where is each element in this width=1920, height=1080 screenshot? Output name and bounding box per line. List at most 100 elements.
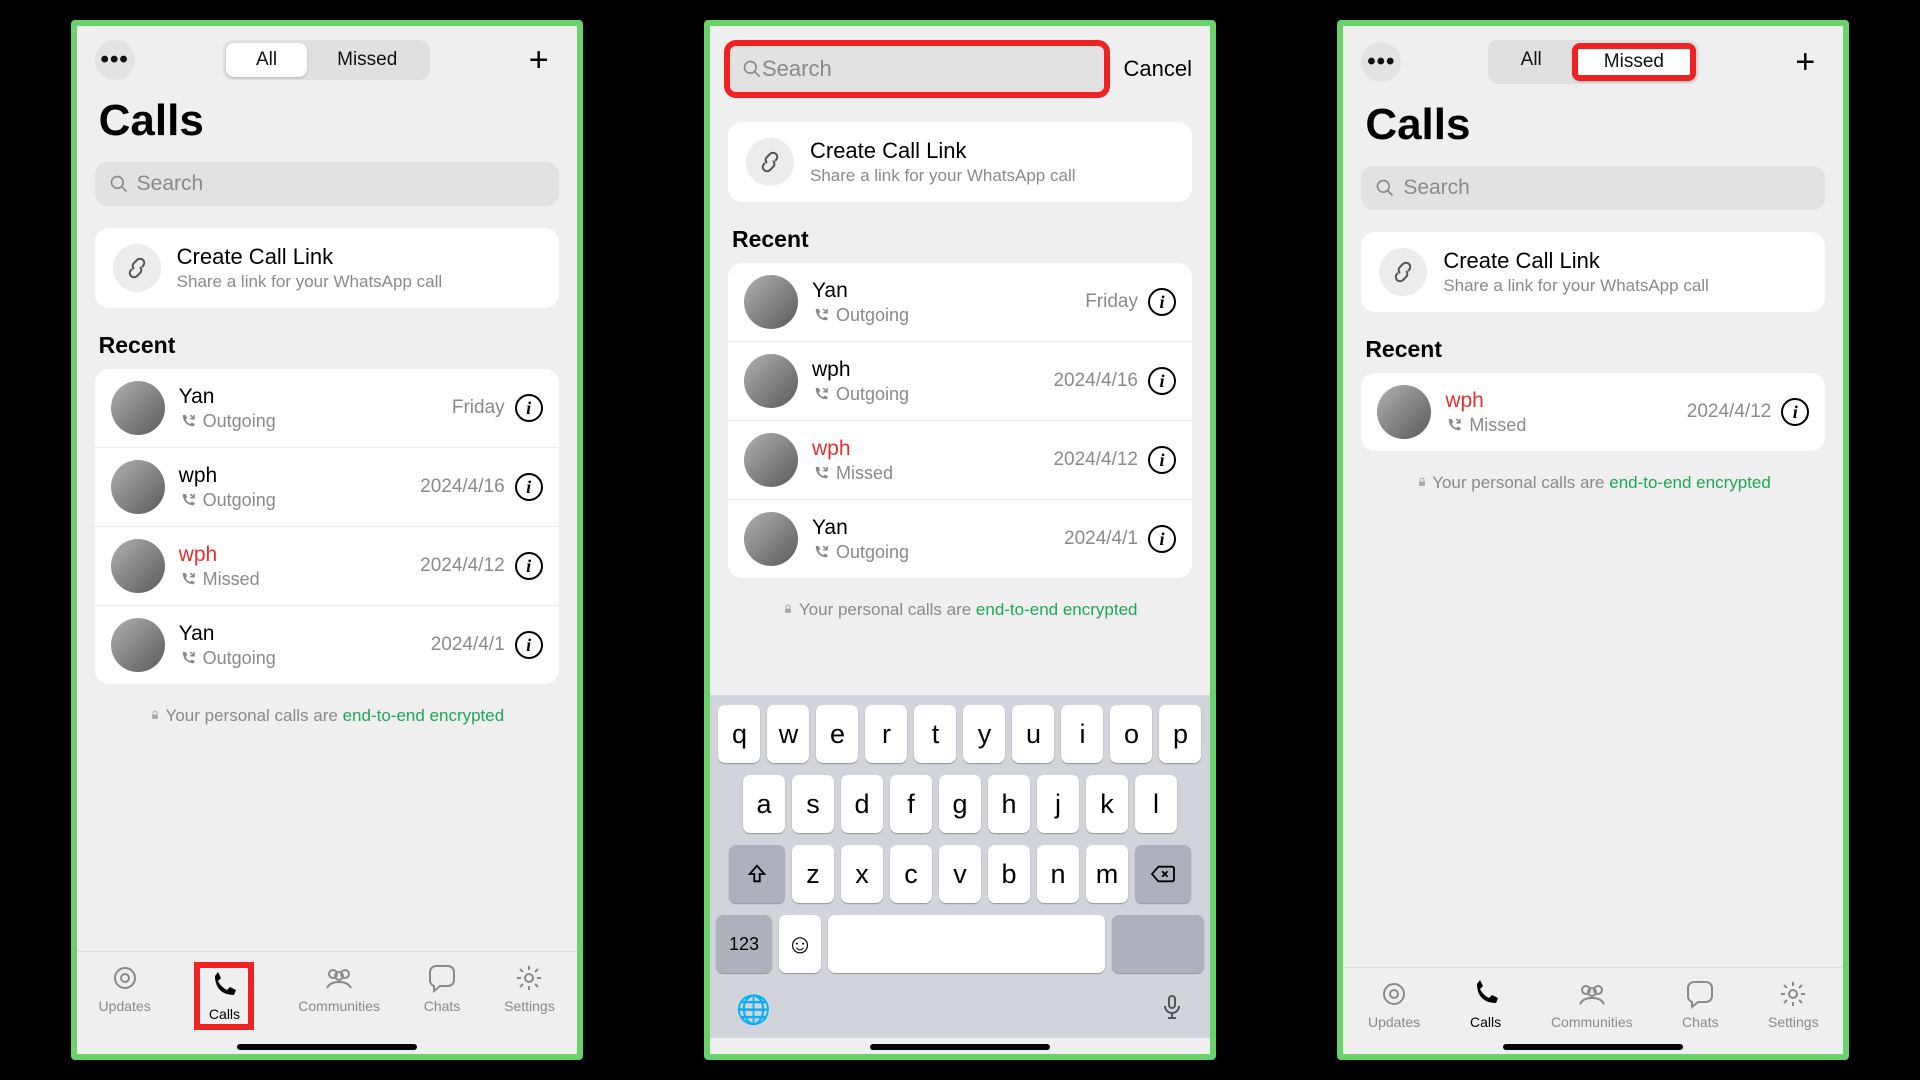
create-link-sub: Share a link for your WhatsApp call xyxy=(177,272,443,292)
cancel-button[interactable]: Cancel xyxy=(1120,52,1196,86)
call-date: Friday xyxy=(452,397,505,419)
info-icon[interactable]: i xyxy=(1148,367,1176,395)
call-row[interactable]: Yan Outgoing Friday i xyxy=(95,369,559,448)
key-g[interactable]: g xyxy=(939,775,981,833)
key-z[interactable]: z xyxy=(792,845,834,903)
search-input[interactable]: Search xyxy=(1361,166,1825,210)
encryption-note: Your personal calls are end-to-end encry… xyxy=(710,588,1210,632)
key-l[interactable]: l xyxy=(1135,775,1177,833)
key-q[interactable]: q xyxy=(718,705,760,763)
key-v[interactable]: v xyxy=(939,845,981,903)
call-row[interactable]: wph Missed 2024/4/12 i xyxy=(95,527,559,606)
globe-key[interactable]: 🌐 xyxy=(736,993,771,1028)
search-placeholder: Search xyxy=(1403,176,1470,200)
info-icon[interactable]: i xyxy=(1148,525,1176,553)
updates-icon xyxy=(109,962,141,994)
call-row[interactable]: wph Missed 2024/4/12 i xyxy=(1361,373,1825,451)
search-field[interactable] xyxy=(724,40,1110,98)
search-text-input[interactable] xyxy=(762,56,1092,82)
info-icon[interactable]: i xyxy=(515,394,543,422)
encryption-link[interactable]: end-to-end encrypted xyxy=(1609,473,1771,492)
phone-icon xyxy=(1470,978,1502,1010)
key-x[interactable]: x xyxy=(841,845,883,903)
create-call-link-card[interactable]: Create Call Link Share a link for your W… xyxy=(728,122,1192,202)
tab-updates[interactable]: Updates xyxy=(1368,978,1420,1030)
info-icon[interactable]: i xyxy=(1781,398,1809,426)
tab-chats[interactable]: Chats xyxy=(424,962,461,1030)
call-status: Missed xyxy=(812,463,1053,484)
more-button[interactable]: ••• xyxy=(1361,42,1401,82)
avatar xyxy=(744,512,798,566)
key-y[interactable]: y xyxy=(963,705,1005,763)
tab-calls[interactable]: Calls xyxy=(194,962,254,1030)
call-row[interactable]: Yan Outgoing 2024/4/1 i xyxy=(728,500,1192,578)
tab-settings[interactable]: Settings xyxy=(1768,978,1819,1030)
key-b[interactable]: b xyxy=(988,845,1030,903)
on-screen-keyboard: qwertyuiop asdfghjkl zxcvbnm 123 ☺ 🌐 xyxy=(710,695,1210,1038)
tab-chats[interactable]: Chats xyxy=(1682,978,1719,1030)
create-call-link-card[interactable]: Create Call Link Share a link for your W… xyxy=(95,228,559,308)
tab-missed[interactable]: Missed xyxy=(307,43,427,77)
tab-all[interactable]: All xyxy=(226,43,307,77)
info-icon[interactable]: i xyxy=(515,552,543,580)
key-d[interactable]: d xyxy=(841,775,883,833)
encryption-link[interactable]: end-to-end encrypted xyxy=(343,706,505,725)
new-call-button[interactable]: + xyxy=(1785,42,1825,82)
tab-communities[interactable]: Communities xyxy=(298,962,380,1030)
updates-icon xyxy=(1378,978,1410,1010)
tab-all[interactable]: All xyxy=(1491,43,1572,81)
call-status: Outgoing xyxy=(812,384,1053,405)
call-status: Outgoing xyxy=(812,542,1064,563)
call-row[interactable]: wph Outgoing 2024/4/16 i xyxy=(95,448,559,527)
call-row[interactable]: wph Missed 2024/4/12 i xyxy=(728,421,1192,500)
call-row[interactable]: Yan Outgoing Friday i xyxy=(728,263,1192,342)
key-o[interactable]: o xyxy=(1110,705,1152,763)
mic-key[interactable] xyxy=(1160,993,1184,1028)
tab-updates[interactable]: Updates xyxy=(99,962,151,1030)
numbers-key[interactable]: 123 xyxy=(716,915,772,973)
emoji-key[interactable]: ☺ xyxy=(779,915,821,973)
encryption-link[interactable]: end-to-end encrypted xyxy=(976,600,1138,619)
call-row[interactable]: Yan Outgoing 2024/4/1 i xyxy=(95,606,559,684)
info-icon[interactable]: i xyxy=(1148,288,1176,316)
key-a[interactable]: a xyxy=(743,775,785,833)
key-s[interactable]: s xyxy=(792,775,834,833)
key-c[interactable]: c xyxy=(890,845,932,903)
search-input[interactable]: Search xyxy=(95,162,559,206)
info-icon[interactable]: i xyxy=(515,473,543,501)
space-key[interactable] xyxy=(828,915,1105,973)
link-icon xyxy=(1379,248,1427,296)
return-key[interactable] xyxy=(1112,915,1204,973)
info-icon[interactable]: i xyxy=(1148,446,1176,474)
call-date: 2024/4/16 xyxy=(1053,370,1138,392)
info-icon[interactable]: i xyxy=(515,631,543,659)
new-call-button[interactable]: + xyxy=(519,40,559,80)
tab-missed[interactable]: Missed xyxy=(1572,43,1696,81)
backspace-key[interactable] xyxy=(1135,845,1191,903)
tab-calls[interactable]: Calls xyxy=(1470,978,1502,1030)
more-button[interactable]: ••• xyxy=(95,40,135,80)
key-r[interactable]: r xyxy=(865,705,907,763)
key-h[interactable]: h xyxy=(988,775,1030,833)
key-u[interactable]: u xyxy=(1012,705,1054,763)
encryption-note: Your personal calls are end-to-end encry… xyxy=(77,694,577,738)
key-j[interactable]: j xyxy=(1037,775,1079,833)
key-m[interactable]: m xyxy=(1086,845,1128,903)
calls-filter-segment: All Missed xyxy=(223,40,430,80)
call-status: Missed xyxy=(1445,415,1686,436)
call-row[interactable]: wph Outgoing 2024/4/16 i xyxy=(728,342,1192,421)
key-i[interactable]: i xyxy=(1061,705,1103,763)
create-call-link-card[interactable]: Create Call Link Share a link for your W… xyxy=(1361,232,1825,312)
avatar xyxy=(744,433,798,487)
key-w[interactable]: w xyxy=(767,705,809,763)
key-k[interactable]: k xyxy=(1086,775,1128,833)
tab-settings[interactable]: Settings xyxy=(504,962,555,1030)
key-n[interactable]: n xyxy=(1037,845,1079,903)
tab-communities[interactable]: Communities xyxy=(1551,978,1633,1030)
key-p[interactable]: p xyxy=(1159,705,1201,763)
contact-name: wph xyxy=(179,464,420,488)
key-e[interactable]: e xyxy=(816,705,858,763)
key-t[interactable]: t xyxy=(914,705,956,763)
shift-key[interactable] xyxy=(729,845,785,903)
key-f[interactable]: f xyxy=(890,775,932,833)
